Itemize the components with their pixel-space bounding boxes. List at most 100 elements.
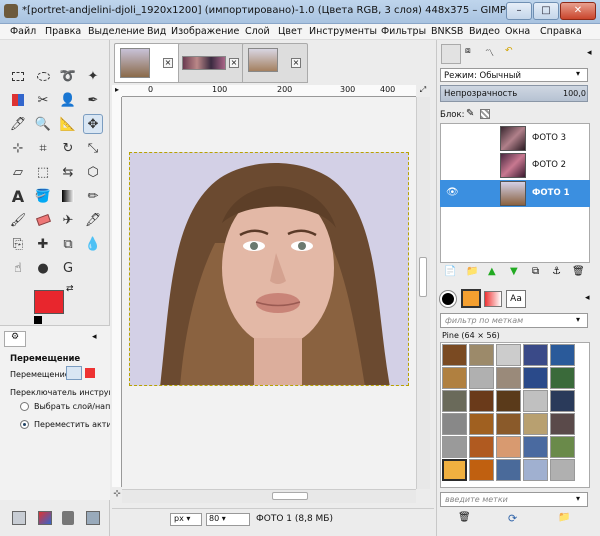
menu-edit[interactable]: Правка — [45, 26, 81, 37]
layer-row[interactable]: ФОТО 2 — [440, 152, 590, 179]
brushes-tab-icon[interactable] — [440, 291, 456, 307]
lock-pixels-icon[interactable]: ✎ — [466, 108, 474, 119]
pattern-swatch[interactable] — [469, 413, 494, 435]
tab-close-icon[interactable]: × — [291, 58, 301, 68]
delete-layer-icon[interactable]: 🗑 — [572, 266, 585, 277]
tool-options-tab[interactable]: ⚙ — [4, 331, 26, 347]
pattern-swatch[interactable] — [442, 413, 467, 435]
reset-options-icon[interactable] — [86, 511, 100, 525]
radio-move-active[interactable] — [20, 420, 29, 429]
zoom-fit-icon[interactable]: ⤢ — [416, 85, 430, 97]
foreground-color[interactable] — [34, 290, 64, 314]
blend-icon[interactable] — [58, 186, 78, 206]
pattern-swatch[interactable] — [496, 459, 521, 481]
unit-select[interactable]: px ▾ — [170, 513, 202, 526]
patterns-menu-icon[interactable]: ◂ — [585, 293, 590, 303]
menu-help[interactable]: Справка — [540, 26, 582, 37]
shear-icon[interactable]: ▱ — [8, 162, 28, 182]
horizontal-scrollbar[interactable] — [122, 489, 416, 503]
menu-filters[interactable]: Фильтры — [381, 26, 426, 37]
pattern-swatch[interactable] — [469, 344, 494, 366]
new-group-icon[interactable]: 📁 — [466, 266, 478, 277]
foreground-select-icon[interactable]: 👤 — [58, 90, 78, 110]
zoom-icon[interactable]: 🔍 — [33, 114, 53, 134]
pattern-swatch[interactable] — [496, 367, 521, 389]
layer-row-selected[interactable]: 👁 ФОТО 1 — [440, 180, 590, 207]
pattern-swatch[interactable] — [469, 367, 494, 389]
layer-row[interactable]: ФОТО 3 — [440, 125, 590, 152]
panel-menu-icon[interactable]: ◂ — [92, 332, 97, 342]
delete-options-icon[interactable] — [62, 511, 74, 525]
scissors-icon[interactable]: ✂ — [33, 90, 53, 110]
color-picker-icon[interactable]: 🖊 — [8, 114, 28, 134]
color-select-icon[interactable] — [8, 90, 28, 110]
rotate-icon[interactable]: ↻ — [58, 138, 78, 158]
anchor-layer-icon[interactable]: ⚓ — [552, 266, 561, 277]
pattern-swatch[interactable] — [469, 390, 494, 412]
dodge-burn-icon[interactable]: ● — [33, 258, 53, 278]
crop-icon[interactable]: ⌗ — [33, 138, 53, 158]
menu-view[interactable]: Вид — [147, 26, 166, 37]
menu-windows[interactable]: Окна — [505, 26, 530, 37]
hscroll-thumb[interactable] — [272, 492, 308, 500]
perspective-clone-icon[interactable]: ⧉ — [58, 234, 78, 254]
pattern-swatch[interactable] — [550, 436, 575, 458]
pattern-swatch[interactable] — [550, 344, 575, 366]
dock-menu-icon[interactable]: ◂ — [587, 48, 592, 58]
cage-transform-icon[interactable]: ⬡ — [83, 162, 103, 182]
new-layer-icon[interactable]: 📄 — [444, 266, 456, 277]
opacity-slider[interactable]: Непрозрачность 100,0 — [440, 85, 588, 102]
pattern-swatch[interactable] — [442, 344, 467, 366]
paths-tab-icon[interactable]: 〽 — [485, 46, 501, 62]
default-colors-icon[interactable] — [34, 316, 42, 324]
maximize-button[interactable]: □ — [533, 2, 559, 20]
lasso-icon[interactable]: ➰ — [58, 66, 78, 86]
tags-dropdown-icon[interactable]: ▾ — [576, 494, 580, 503]
paths-icon[interactable]: ✒ — [83, 90, 103, 110]
tab-close-icon[interactable]: × — [163, 58, 173, 68]
heal-icon[interactable]: ✚ — [33, 234, 53, 254]
scale-icon[interactable]: ⤡ — [83, 138, 103, 158]
vertical-scrollbar[interactable] — [416, 97, 430, 489]
fuzzy-select-icon[interactable]: ✦ — [83, 66, 103, 86]
duplicate-layer-icon[interactable]: ⧉ — [532, 266, 539, 277]
fonts-tab-icon[interactable]: Aa — [506, 290, 526, 308]
bucket-fill-icon[interactable]: 🪣 — [33, 186, 53, 206]
clone-icon[interactable]: ⎘ — [8, 234, 28, 254]
navigate-icon[interactable]: ⊹ — [112, 489, 122, 503]
lower-layer-icon[interactable]: ▼ — [510, 266, 518, 277]
pattern-swatch[interactable] — [496, 413, 521, 435]
undo-tab-icon[interactable]: ↶ — [505, 46, 521, 62]
eye-icon[interactable]: 👁 — [446, 187, 459, 198]
menu-bnksb[interactable]: BNKSB — [431, 26, 463, 37]
minimize-button[interactable]: – — [506, 2, 532, 20]
pencil-icon[interactable]: ✏ — [83, 186, 103, 206]
gegl-icon[interactable]: G — [58, 258, 78, 278]
pattern-swatch[interactable] — [469, 436, 494, 458]
menu-image[interactable]: Изображение — [171, 26, 239, 37]
menu-tools[interactable]: Инструменты — [309, 26, 377, 37]
ellipse-select-icon[interactable] — [33, 66, 53, 86]
layers-tab-icon[interactable] — [441, 44, 461, 64]
image-tab-1[interactable]: × — [114, 43, 180, 83]
pattern-tags-input[interactable]: введите метки — [440, 492, 588, 507]
airbrush-icon[interactable]: ✈ — [58, 210, 78, 230]
pattern-swatch[interactable] — [442, 390, 467, 412]
save-options-icon[interactable] — [12, 511, 26, 525]
vertical-ruler[interactable] — [112, 97, 122, 487]
zoom-select[interactable]: 80 ▾ — [206, 513, 250, 526]
swap-colors-icon[interactable]: ⇄ — [66, 284, 74, 294]
pattern-swatch[interactable] — [496, 390, 521, 412]
pattern-swatch[interactable] — [550, 413, 575, 435]
menu-video[interactable]: Видео — [469, 26, 500, 37]
pattern-filter-input[interactable]: фильтр по меткам — [440, 313, 588, 328]
horizontal-ruler[interactable]: 0 100 200 300 400 — [122, 85, 416, 97]
mode-dropdown-icon[interactable]: ▾ — [576, 69, 580, 78]
pattern-swatch[interactable] — [469, 459, 494, 481]
flip-icon[interactable]: ⇆ — [58, 162, 78, 182]
radio-pick-layer[interactable] — [20, 402, 29, 411]
pattern-swatch[interactable] — [523, 367, 548, 389]
raise-layer-icon[interactable]: ▲ — [488, 266, 496, 277]
pattern-swatch[interactable] — [523, 436, 548, 458]
eraser-icon[interactable] — [33, 210, 53, 230]
